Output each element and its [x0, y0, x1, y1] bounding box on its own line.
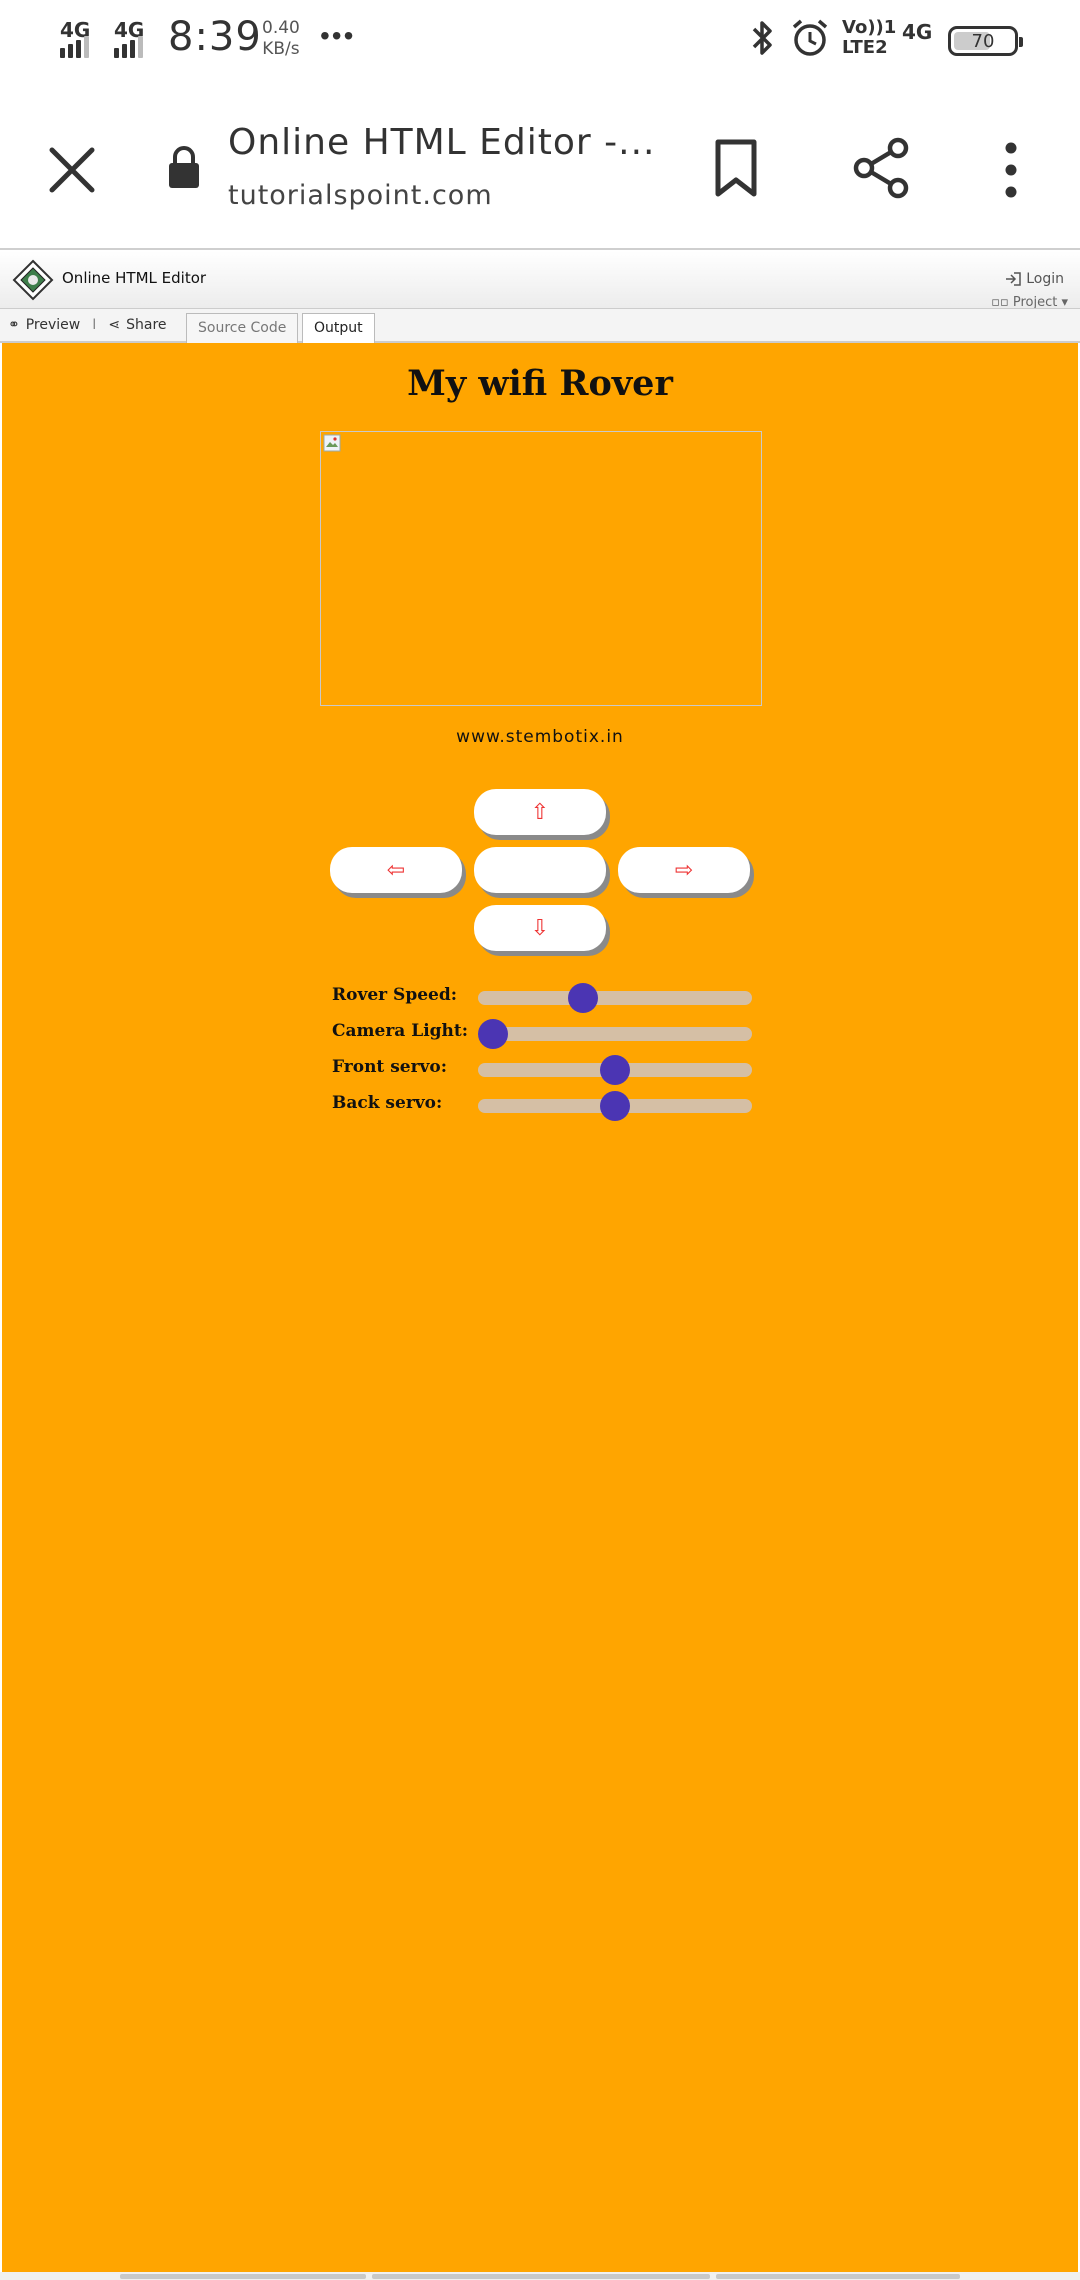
- front-servo-slider[interactable]: [478, 1055, 752, 1085]
- signal-icon-1: [60, 36, 89, 58]
- volte-bottom: LTE2: [842, 37, 888, 58]
- browser-toolbar: Online HTML Editor -... tutorialspoint.c…: [0, 84, 1080, 250]
- more-vert-icon[interactable]: [996, 140, 1026, 200]
- slider-thumb[interactable]: [600, 1055, 630, 1085]
- left-button[interactable]: ⇦: [330, 847, 462, 893]
- volte-indicator: Vo))1 LTE2: [842, 18, 896, 58]
- output-panel: My wifi Rover www.stembotix.in ⇧ ⇦ ⇨ ⇩ R…: [2, 343, 1078, 2272]
- volte-top: Vo))1: [842, 17, 897, 38]
- rover-speed-slider[interactable]: [478, 983, 752, 1013]
- broken-image-icon: [323, 434, 341, 452]
- tab-source-code[interactable]: Source Code: [186, 313, 299, 343]
- network-speed-unit: KB/s: [262, 39, 300, 59]
- login-icon: [1006, 272, 1021, 286]
- network-speed: 0.40 KB/s: [262, 18, 300, 60]
- network-type-3: 4G: [902, 20, 933, 44]
- horizontal-scrollbar[interactable]: [0, 2272, 1080, 2280]
- slider-thumb[interactable]: [478, 1019, 508, 1049]
- preview-button[interactable]: Preview: [26, 317, 81, 333]
- rover-speed-label: Rover Speed:: [332, 985, 457, 1005]
- back-servo-label: Back servo:: [332, 1093, 443, 1113]
- status-bar: 4G 4G 8:39 0.40 KB/s ••• Vo))1 LTE2 4G 7…: [0, 0, 1080, 84]
- front-servo-label: Front servo:: [332, 1057, 448, 1077]
- camera-stream-image: [320, 431, 762, 706]
- slider-thumb[interactable]: [600, 1091, 630, 1121]
- rover-heading: My wifi Rover: [407, 363, 673, 404]
- bluetooth-icon: [752, 21, 772, 55]
- preview-icon: ⚭: [8, 317, 20, 333]
- share-small-icon: ⋖: [108, 317, 121, 333]
- battery-icon: 70: [948, 26, 1023, 56]
- tutorialspoint-logo[interactable]: [12, 259, 54, 301]
- preview-share-group: ⚭ Preview I ⋖ Share: [8, 317, 167, 333]
- alarm-icon: [792, 19, 828, 56]
- back-servo-slider[interactable]: [478, 1091, 752, 1121]
- login-label: Login: [1026, 271, 1064, 287]
- camera-light-label: Camera Light:: [332, 1021, 469, 1041]
- login-link[interactable]: Login: [1004, 271, 1064, 287]
- camera-light-row: Camera Light:: [332, 1017, 752, 1049]
- bookmark-icon[interactable]: [712, 138, 760, 200]
- more-notifications-icon: •••: [320, 20, 356, 51]
- page-title[interactable]: Online HTML Editor -...: [228, 122, 656, 163]
- camera-light-slider[interactable]: [478, 1019, 752, 1049]
- share-button[interactable]: Share: [126, 317, 166, 333]
- tab-output[interactable]: Output: [302, 313, 375, 343]
- battery-level: 70: [971, 30, 995, 52]
- rover-speed-row: Rover Speed:: [332, 981, 752, 1013]
- slider-thumb[interactable]: [568, 983, 599, 1013]
- url-text[interactable]: tutorialspoint.com: [228, 180, 493, 211]
- right-button[interactable]: ⇨: [618, 847, 750, 893]
- divider: I: [92, 317, 97, 333]
- network-speed-value: 0.40: [262, 18, 300, 38]
- forward-button[interactable]: ⇧: [474, 789, 606, 835]
- clock: 8:39: [168, 14, 262, 60]
- editor-header: Online HTML Editor Login ▫▫ Project ▾: [0, 251, 1080, 309]
- front-servo-row: Front servo:: [332, 1053, 752, 1085]
- project-menu[interactable]: ▫▫ Project ▾: [991, 295, 1068, 308]
- lock-icon[interactable]: [166, 144, 202, 190]
- stop-button[interactable]: [474, 847, 606, 893]
- close-icon[interactable]: [44, 142, 100, 198]
- project-label: Project: [1012, 295, 1058, 308]
- share-icon[interactable]: [850, 136, 914, 200]
- back-servo-row: Back servo:: [332, 1089, 752, 1121]
- backward-button[interactable]: ⇩: [474, 905, 606, 951]
- site-link[interactable]: www.stembotix.in: [2, 727, 1078, 747]
- signal-icon-2: [114, 36, 143, 58]
- editor-title: Online HTML Editor: [62, 269, 207, 287]
- editor-tab-bar: ⚭ Preview I ⋖ Share Source Code Output: [0, 309, 1080, 343]
